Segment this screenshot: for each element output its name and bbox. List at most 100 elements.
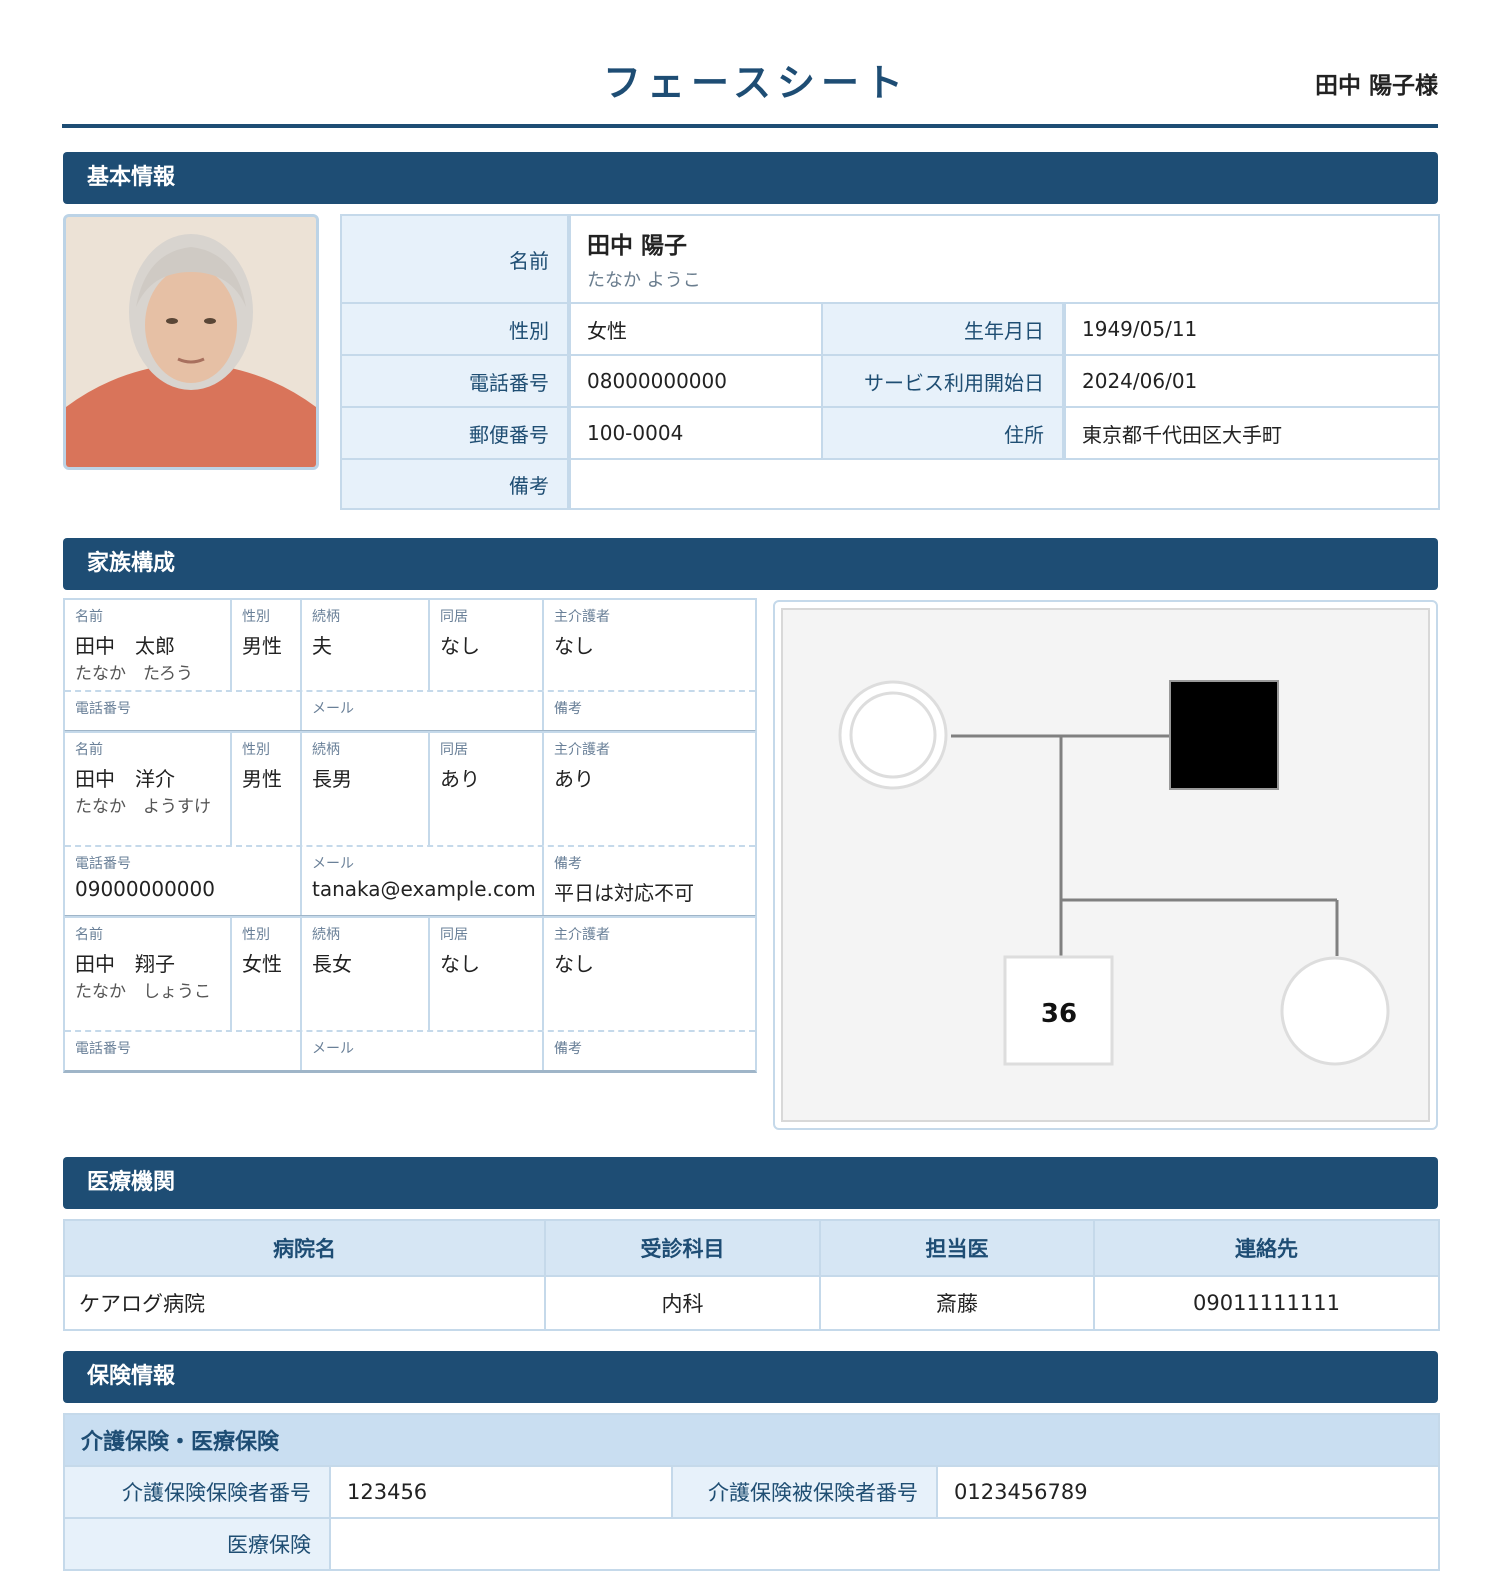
patient-photo	[63, 214, 319, 470]
patient-symbol-inner	[849, 691, 937, 779]
member-relation-cell: 続柄 長女	[302, 918, 430, 1030]
member-kana: たなか しょうこ	[75, 982, 211, 1002]
member-email-cell: メール	[302, 692, 544, 730]
member-email-cell: メール tanaka@example.com	[302, 847, 544, 915]
label-address: 住所	[821, 406, 1066, 460]
value-service-start: 2024/06/01	[1063, 354, 1440, 408]
portrait-image	[66, 217, 316, 467]
member-relation-cell: 続柄 夫	[302, 600, 430, 690]
value-medical-insurance	[328, 1517, 1441, 1571]
genogram-panel: 36	[773, 600, 1438, 1130]
label-postal: 郵便番号	[340, 406, 571, 460]
member-name: 田中 翔子	[75, 952, 175, 976]
member-cohabit: なし	[440, 634, 480, 658]
member-kana: たなか たろう	[75, 664, 193, 684]
value-care-insured: 0123456789	[935, 1465, 1441, 1519]
member-cohabit: あり	[440, 767, 480, 791]
member-phone-cell: 電話番号	[65, 692, 302, 730]
member-cohabit: なし	[440, 952, 480, 976]
member-name-cell: 名前 田中 翔子 たなか しょうこ	[65, 918, 232, 1030]
label-birthdate: 生年月日	[821, 302, 1066, 356]
member-cohabit-cell: 同居 なし	[430, 600, 544, 690]
section-header-basic: 基本情報	[63, 152, 1438, 204]
member-relation-cell: 続柄 長男	[302, 733, 430, 845]
section-header-family: 家族構成	[63, 538, 1438, 590]
label-service-start: サービス利用開始日	[821, 354, 1066, 408]
member-cohabit-cell: 同居 あり	[430, 733, 544, 845]
member-gender: 男性	[242, 767, 282, 791]
value-address: 東京都千代田区大手町	[1063, 406, 1440, 460]
member-name-cell: 名前 田中 太郎 たなか たろう	[65, 600, 232, 690]
section-header-insurance: 保険情報	[63, 1351, 1438, 1403]
value-postal: 100-0004	[568, 406, 823, 460]
col-contact: 連絡先	[1093, 1219, 1440, 1277]
value-phone: 08000000000	[568, 354, 823, 408]
family-member-card: 名前 田中 翔子 たなか しょうこ 性別 女性 続柄 長女 同居 なし 主介護者…	[63, 916, 757, 1073]
member-name: 田中 洋介	[75, 767, 175, 791]
member-relation: 夫	[312, 634, 332, 658]
col-hospital: 病院名	[63, 1219, 546, 1277]
label-name: 名前	[340, 214, 571, 304]
member-notes: 平日は対応不可	[554, 881, 694, 905]
daughter-symbol	[1280, 956, 1390, 1066]
genogram-diagram: 36	[838, 680, 1390, 1066]
genogram-canvas: 36	[781, 608, 1430, 1122]
member-phone: 09000000000	[75, 877, 215, 901]
name-text: 田中 陽子	[587, 233, 688, 259]
member-caregiver: あり	[554, 767, 594, 791]
member-email: tanaka@example.com	[312, 877, 536, 901]
member-notes-cell: 備考	[554, 1041, 582, 1057]
member-name-cell: 名前 田中 洋介 たなか ようすけ	[65, 733, 232, 845]
member-gender: 女性	[242, 952, 282, 976]
table-row: ケアログ病院 内科 斎藤 09011111111	[63, 1275, 1440, 1331]
label-gender: 性別	[340, 302, 571, 356]
insurance-subheader: 介護保険・医療保険	[62, 1413, 1441, 1467]
member-caregiver-cell: 主介護者 なし	[544, 600, 755, 690]
son-age-label: 36	[1041, 999, 1077, 1029]
member-notes-cell: 備考	[554, 701, 582, 717]
family-member-card: 名前 田中 太郎 たなか たろう 性別 男性 続柄 夫 同居 なし 主介護者 な…	[63, 598, 757, 733]
member-caregiver: なし	[554, 952, 594, 976]
label-medical-insurance: 医療保険	[63, 1517, 331, 1571]
value-care-insurer: 123456	[329, 1465, 673, 1519]
value-gender: 女性	[568, 302, 823, 356]
basic-info-table: 名前 田中 陽子 たなか ようこ 性別 女性 生年月日 1949/05/11 電…	[340, 214, 1440, 510]
label-phone: 電話番号	[340, 354, 571, 408]
member-relation: 長男	[312, 767, 352, 791]
member-email-cell: メール	[302, 1032, 544, 1070]
value-notes	[568, 458, 1440, 510]
label-care-insurer: 介護保険保険者番号	[63, 1465, 331, 1519]
label-care-insured: 介護保険被保険者番号	[671, 1465, 938, 1519]
face-sheet-page: フェースシート 田中 陽子様 基本情報 名前 田中 陽子 たなか ようこ 性別	[0, 0, 1512, 1571]
member-gender-cell: 性別 女性	[232, 918, 302, 1030]
value-name: 田中 陽子 たなか ようこ	[568, 214, 1440, 304]
name-kana-text: たなか ようこ	[587, 270, 701, 291]
value-birthdate: 1949/05/11	[1063, 302, 1440, 356]
family-list: 名前 田中 太郎 たなか たろう 性別 男性 続柄 夫 同居 なし 主介護者 な…	[63, 598, 757, 1073]
col-doctor: 担当医	[819, 1219, 1095, 1277]
family-member-card: 名前 田中 洋介 たなか ようすけ 性別 男性 続柄 長男 同居 あり 主介護者…	[63, 731, 757, 918]
cell-contact: 09011111111	[1093, 1275, 1440, 1331]
cell-doctor: 斎藤	[819, 1275, 1095, 1331]
member-gender-cell: 性別 男性	[232, 733, 302, 845]
cell-department: 内科	[544, 1275, 821, 1331]
label-notes: 備考	[340, 458, 571, 510]
member-kana: たなか ようすけ	[75, 797, 211, 817]
member-phone-cell: 電話番号 09000000000	[65, 847, 302, 915]
title-divider	[62, 124, 1438, 128]
deceased-husband-symbol	[1169, 680, 1279, 790]
member-caregiver-cell: 主介護者 なし	[544, 918, 755, 1030]
member-caregiver-cell: 主介護者 あり	[544, 733, 755, 845]
member-cohabit-cell: 同居 なし	[430, 918, 544, 1030]
member-name: 田中 太郎	[75, 634, 175, 658]
member-gender: 男性	[242, 634, 282, 658]
member-notes-cell: 備考 平日は対応不可	[544, 847, 755, 915]
section-header-medical: 医療機関	[63, 1157, 1438, 1209]
insurance-table: 介護保険・医療保険 介護保険保険者番号 123456 介護保険被保険者番号 01…	[62, 1413, 1441, 1571]
member-relation: 長女	[312, 952, 352, 976]
cell-hospital: ケアログ病院	[63, 1275, 546, 1331]
medical-table: 病院名 受診科目 担当医 連絡先 ケアログ病院 内科 斎藤 0901111111…	[63, 1219, 1440, 1331]
member-gender-cell: 性別 男性	[232, 600, 302, 690]
col-department: 受診科目	[544, 1219, 821, 1277]
patient-name-header: 田中 陽子様	[1314, 73, 1438, 99]
